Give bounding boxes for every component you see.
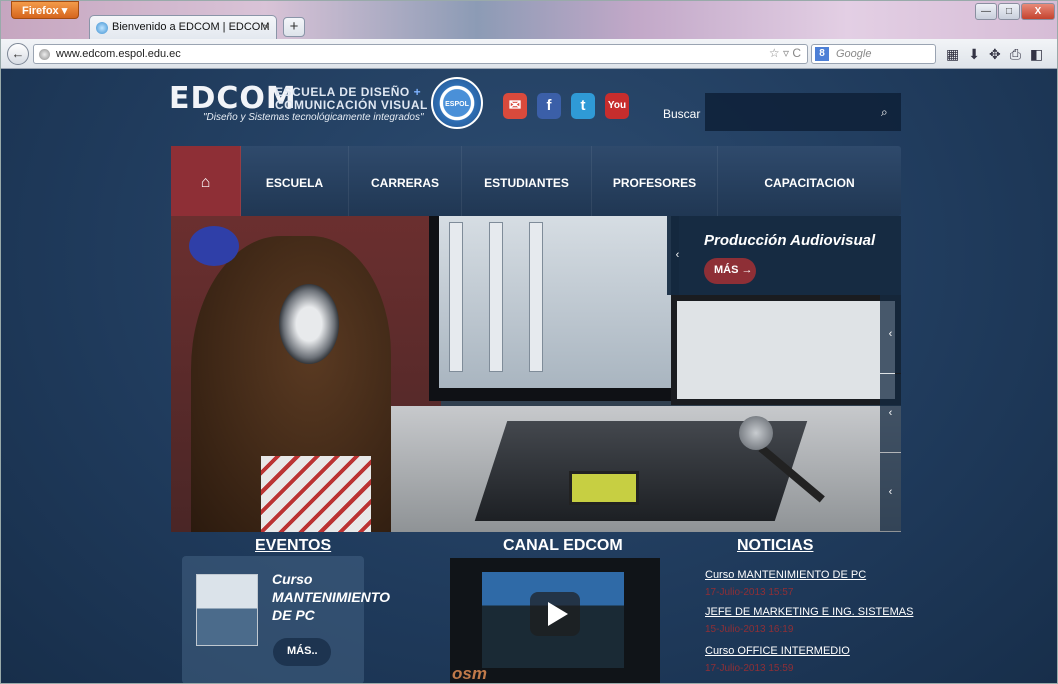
menu-profesores[interactable]: PROFESORES bbox=[592, 146, 718, 216]
youtube-icon[interactable]: You bbox=[605, 93, 629, 119]
web-page: EDCOM ESCUELA DE DISEÑO + COMUNICACIÓN V… bbox=[1, 69, 1057, 683]
thumb-arrow-3[interactable]: ‹ bbox=[880, 453, 901, 531]
event-more-label: MÁS.. bbox=[287, 645, 318, 657]
tab-title: Bienvenido a EDCOM | EDCOM bbox=[112, 21, 270, 33]
slide-caption-panel: Producción Audiovisual MÁS → bbox=[688, 216, 901, 295]
close-window-button[interactable]: X bbox=[1021, 3, 1055, 20]
school-line1-plus: + bbox=[413, 85, 422, 99]
window-controls: — □ X bbox=[975, 3, 1055, 21]
slide-scrunchie bbox=[189, 226, 239, 266]
minimize-button[interactable]: — bbox=[975, 3, 997, 20]
events-heading[interactable]: EVENTOS bbox=[255, 537, 331, 555]
slide-more-label: MÁS bbox=[714, 264, 739, 276]
event-more-button[interactable]: MÁS.. bbox=[273, 638, 331, 666]
slide-prev-arrow[interactable]: ‹ bbox=[667, 216, 688, 295]
thumb-arrow-2[interactable]: ‹ bbox=[880, 374, 901, 452]
video-brand: osm bbox=[452, 664, 487, 683]
tagline: "Diseño y Sistemas tecnológicamente inte… bbox=[203, 112, 424, 123]
search-icon[interactable]: ⌕ bbox=[881, 105, 888, 120]
print-icon[interactable]: ⎙ bbox=[1010, 46, 1021, 63]
news-item-date: 17-Julio-2013 15:57 bbox=[705, 587, 794, 598]
video-player[interactable]: osm bbox=[450, 558, 660, 683]
microphone-image bbox=[739, 416, 773, 450]
news-heading[interactable]: NOTICIAS bbox=[737, 537, 813, 555]
slide-title: Producción Audiovisual bbox=[704, 232, 876, 249]
screen-fader bbox=[529, 222, 543, 372]
google-icon[interactable]: 8 bbox=[815, 47, 829, 61]
play-icon bbox=[548, 602, 568, 626]
school-line1-text: ESCUELA DE DISEÑO bbox=[275, 85, 410, 99]
main-menu: ⌂ ESCUELA CARRERAS ESTUDIANTES PROFESORE… bbox=[171, 146, 901, 216]
school-name-line2: COMUNICACIÓN VISUAL bbox=[275, 98, 428, 112]
home-icon: ⌂ bbox=[200, 174, 211, 191]
menu-home[interactable]: ⌂ bbox=[171, 146, 241, 216]
screen-fader bbox=[489, 222, 503, 372]
thumb-arrow-1[interactable]: ‹ bbox=[880, 295, 901, 373]
close-tab-icon[interactable]: × bbox=[263, 20, 270, 34]
bookmarks-icon[interactable]: ▦ bbox=[946, 46, 959, 63]
toolbar-icons: ▦ ⬇ ✥ ⎙ ◧ bbox=[946, 46, 1043, 63]
hero-slider: ‹ Producción Audiovisual MÁS → ‹ ‹ ‹ bbox=[171, 216, 901, 532]
downloads-icon[interactable]: ⬇ bbox=[968, 46, 980, 63]
event-card: Curso MANTENIMIENTO DE PC MÁS.. bbox=[182, 556, 390, 683]
news-item-date: 15-Julio-2013 16:19 bbox=[705, 624, 794, 635]
search-label: Buscar bbox=[663, 107, 701, 121]
email-icon[interactable]: ✉ bbox=[503, 93, 527, 119]
menu-capacitacion[interactable]: CAPACITACION bbox=[718, 146, 901, 216]
firefox-label: Firefox bbox=[22, 5, 59, 17]
new-tab-button[interactable]: + bbox=[283, 17, 305, 37]
espol-seal[interactable]: ESPOL bbox=[431, 77, 483, 129]
news-item-link[interactable]: Curso MANTENIMIENTO DE PC bbox=[705, 569, 866, 581]
home-icon[interactable]: ✥ bbox=[989, 46, 1001, 63]
firefox-menu-button[interactable]: Firefox ▾ bbox=[11, 1, 79, 19]
facebook-icon[interactable]: f bbox=[537, 93, 561, 119]
news-item-date: 17-Julio-2013 15:59 bbox=[705, 663, 794, 674]
search-engine-placeholder: Google bbox=[836, 48, 872, 60]
favicon-icon bbox=[96, 22, 108, 34]
screen-fader bbox=[449, 222, 463, 372]
school-name-line1: ESCUELA DE DISEÑO + bbox=[275, 85, 421, 99]
menu-escuela[interactable]: ESCUELA bbox=[241, 146, 349, 216]
edcom-logo[interactable]: EDCOM ESCUELA DE DISEÑO + COMUNICACIÓN V… bbox=[169, 81, 429, 131]
addon-icon[interactable]: ◧ bbox=[1030, 46, 1043, 63]
news-item-link[interactable]: JEFE DE MARKETING E ING. SISTEMAS bbox=[705, 606, 913, 618]
news-item-link[interactable]: Curso OFFICE INTERMEDIO bbox=[705, 645, 850, 657]
slide-shirt bbox=[261, 456, 371, 532]
url-text: www.edcom.espol.edu.ec bbox=[56, 48, 181, 60]
slide-mixer-screen bbox=[569, 471, 639, 505]
tab-edcom[interactable]: Bienvenido a EDCOM | EDCOM × bbox=[89, 15, 277, 39]
slide-monitor-2 bbox=[671, 295, 901, 405]
back-button[interactable]: ← bbox=[7, 43, 29, 65]
navigation-bar: ← www.edcom.espol.edu.ec ☆ ▿ C 8 Google … bbox=[1, 39, 1057, 69]
twitter-icon[interactable]: t bbox=[571, 93, 595, 119]
slide-screen bbox=[439, 216, 671, 388]
title-bar: Firefox ▾ Bienvenido a EDCOM | EDCOM × +… bbox=[1, 1, 1057, 39]
site-search-input[interactable] bbox=[705, 93, 901, 131]
event-title[interactable]: Curso MANTENIMIENTO DE PC bbox=[272, 570, 390, 624]
maximize-button[interactable]: □ bbox=[998, 3, 1020, 20]
headphones-image bbox=[279, 284, 339, 364]
search-engine-field[interactable]: 8 Google ⌕ bbox=[811, 44, 955, 64]
slide-more-button[interactable]: MÁS → bbox=[704, 258, 756, 284]
bookmark-star-icon[interactable]: ☆ ▿ C bbox=[769, 46, 801, 60]
menu-estudiantes[interactable]: ESTUDIANTES bbox=[462, 146, 592, 216]
url-bar[interactable]: www.edcom.espol.edu.ec ☆ ▿ C bbox=[33, 44, 808, 64]
menu-carreras[interactable]: CARRERAS bbox=[349, 146, 462, 216]
site-identity-icon[interactable] bbox=[39, 49, 50, 60]
canal-heading: CANAL EDCOM bbox=[503, 537, 623, 554]
browser-window: Firefox ▾ Bienvenido a EDCOM | EDCOM × +… bbox=[0, 0, 1058, 684]
event-thumbnail[interactable] bbox=[196, 574, 258, 646]
